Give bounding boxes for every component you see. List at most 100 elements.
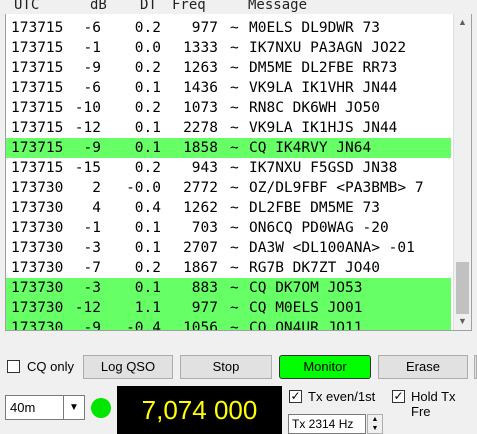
decode-sep: ~	[230, 160, 239, 176]
decode-utc: 173715	[11, 40, 64, 56]
dial-frequency-display: 7,074 000	[117, 386, 282, 434]
decode-dt: 0.2	[134, 60, 161, 76]
decode-sep: ~	[230, 320, 239, 331]
decode-row[interactable]: 173715 -15 0.2 943 ~ IK7NXU F5GSD JN38	[6, 158, 451, 178]
decode-row[interactable]: 173730 -3 0.1 883 ~ CQ DK7OM JO53	[6, 278, 451, 298]
decode-utc: 173730	[11, 180, 64, 196]
decode-utc: 173730	[11, 300, 64, 316]
decode-sep: ~	[230, 240, 239, 256]
decode-sep: ~	[230, 140, 239, 156]
decode-sep: ~	[230, 20, 239, 36]
stop-button[interactable]: Stop	[180, 355, 272, 379]
decode-freq: 2278	[183, 120, 218, 136]
decode-sep: ~	[230, 220, 239, 236]
decode-dt: 1.1	[134, 300, 161, 316]
decode-row[interactable]: 173730 -9 -0.4 1056 ~ CQ ON4UR JO11	[6, 318, 451, 331]
decode-sep: ~	[230, 200, 239, 216]
decode-row[interactable]: 173715 -12 0.1 2278 ~ VK9LA IK1HJS JN44	[6, 118, 451, 138]
decode-utc: 173715	[11, 80, 64, 96]
decode-message: VK9LA IK1VHR JN44	[249, 80, 398, 96]
decode-dt: 0.1	[134, 240, 161, 256]
col-dt: DT	[140, 0, 157, 13]
decode-freq: 2772	[183, 180, 218, 196]
scroll-thumb[interactable]	[456, 262, 469, 314]
decode-row[interactable]: 173715 -9 0.2 1263 ~ DM5ME DL2FBE RR73	[6, 58, 451, 78]
decode-db: -6	[83, 80, 101, 96]
chevron-down-icon[interactable]: ▼	[63, 396, 84, 419]
band-select[interactable]: 40m ▼	[5, 395, 85, 420]
decode-message: CQ ON4UR JO11	[249, 320, 363, 331]
tx-offset-spin-icon[interactable]: ▲ ▼	[367, 414, 383, 434]
decode-dt: 0.1	[134, 220, 161, 236]
decode-utc: 173715	[11, 20, 64, 36]
scroll-up-icon[interactable]: ▲	[454, 14, 471, 31]
decode-message: IK7NXU PA3AGN JO22	[249, 40, 407, 56]
decode-row[interactable]: 173730 -12 1.1 977 ~ CQ M0ELS JO01	[6, 298, 451, 318]
decode-db: -3	[83, 280, 101, 296]
decode-sep: ~	[230, 260, 239, 276]
decode-utc: 173730	[11, 200, 64, 216]
decode-db: -1	[83, 220, 101, 236]
monitor-button[interactable]: Monitor	[279, 355, 371, 379]
decode-dt: 0.1	[134, 280, 161, 296]
decode-message: M0ELS DL9DWR 73	[249, 20, 380, 36]
vertical-scrollbar[interactable]: ▲ ▼	[453, 14, 471, 330]
decode-row[interactable]: 173730 -7 0.2 1867 ~ RG7B DK7ZT JO40	[6, 258, 451, 278]
decode-message: DM5ME DL2FBE RR73	[249, 60, 398, 76]
decode-dt: 0.0	[134, 40, 161, 56]
decode-sep: ~	[230, 60, 239, 76]
decode-freq: 2707	[183, 240, 218, 256]
decode-utc: 173730	[11, 280, 64, 296]
band-value: 40m	[10, 400, 36, 415]
decode-row[interactable]: 173715 -6 0.2 977 ~ M0ELS DL9DWR 73	[6, 18, 451, 38]
decode-row[interactable]: 173715 -6 0.1 1436 ~ VK9LA IK1VHR JN44	[6, 78, 451, 98]
decode-message: VK9LA IK1HJS JN44	[249, 120, 398, 136]
decode-freq: 1262	[183, 200, 218, 216]
cq-only-checkbox[interactable]	[7, 360, 20, 373]
decode-db: -1	[83, 40, 101, 56]
tx-even-checkbox[interactable]: ✓	[289, 390, 302, 403]
decode-rows[interactable]: 173715 -6 0.2 977 ~ M0ELS DL9DWR 73 173715 -1 0.…	[6, 18, 451, 331]
decode-message: ON6CQ PD0WAG -20	[249, 220, 389, 236]
log-qso-button[interactable]: Log QSO	[83, 355, 173, 379]
decode-list[interactable]: 173715 -6 0.2 977 ~ M0ELS DL9DWR 73 173715 -1 0.…	[5, 14, 472, 331]
decode-dt: -0.0	[126, 180, 161, 196]
decode-db: 4	[92, 200, 101, 216]
tx-offset-field[interactable]: Tx 2314 Hz	[288, 414, 366, 434]
decode-sep: ~	[230, 120, 239, 136]
decode-row[interactable]: 173715 -9 0.1 1858 ~ CQ IK4RVY JN64	[6, 138, 451, 158]
decode-dt: 0.2	[134, 260, 161, 276]
decode-dt: -0.4	[126, 320, 161, 331]
cq-only-label: CQ only	[27, 359, 74, 374]
decode-utc: 173730	[11, 220, 64, 236]
decode-message: CQ DK7OM JO53	[249, 280, 363, 296]
decode-sep: ~	[230, 300, 239, 316]
decode-dt: 0.1	[134, 80, 161, 96]
decode-row[interactable]: 173730 -3 0.1 2707 ~ DA3W <DL100ANA> -01	[6, 238, 451, 258]
decode-freq: 883	[191, 280, 218, 296]
decode-dt: 0.2	[134, 160, 161, 176]
decode-utc: 173730	[11, 240, 64, 256]
decode-message: RN8C DK6WH JO50	[249, 100, 380, 116]
decode-row[interactable]: 173730 -1 0.1 703 ~ ON6CQ PD0WAG -20	[6, 218, 451, 238]
decode-row[interactable]: 173730 2 -0.0 2772 ~ OZ/DL9FBF <PA3BMB> 7	[6, 178, 451, 198]
scroll-down-icon[interactable]: ▼	[454, 313, 471, 330]
decode-dt: 0.1	[134, 120, 161, 136]
col-utc: UTC	[14, 0, 40, 13]
erase-button[interactable]: Erase	[378, 355, 468, 379]
decode-freq: 1858	[183, 140, 218, 156]
decode-freq: 1867	[183, 260, 218, 276]
decode-utc: 173715	[11, 120, 64, 136]
decode-row[interactable]: 173715 -10 0.2 1073 ~ RN8C DK6WH JO50	[6, 98, 451, 118]
decode-db: -6	[83, 20, 101, 36]
decode-message: OZ/DL9FBF <PA3BMB> 7	[249, 180, 424, 196]
decode-row[interactable]: 173715 -1 0.0 1333 ~ IK7NXU PA3AGN JO22	[6, 38, 451, 58]
decode-row[interactable]: 173730 4 0.4 1262 ~ DL2FBE DM5ME 73	[6, 198, 451, 218]
decode-db: -12	[74, 300, 101, 316]
hold-tx-freq-checkbox[interactable]: ✓	[392, 390, 405, 403]
decode-message: CQ IK4RVY JN64	[249, 140, 372, 156]
decode-sep: ~	[230, 80, 239, 96]
decode-freq: 1263	[183, 60, 218, 76]
decode-message: RG7B DK7ZT JO40	[249, 260, 380, 276]
col-db: dB	[90, 0, 107, 13]
